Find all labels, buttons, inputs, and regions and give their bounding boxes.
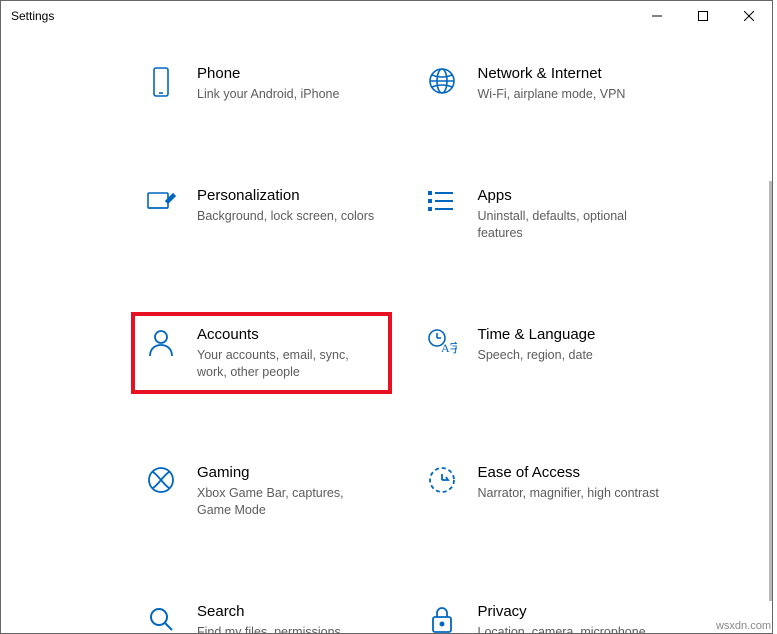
tile-title: Network & Internet xyxy=(478,65,661,82)
tile-desc: Narrator, magnifier, high contrast xyxy=(478,485,661,502)
tile-apps[interactable]: Apps Uninstall, defaults, optional featu… xyxy=(412,173,673,256)
tile-desc: Xbox Game Bar, captures, Game Mode xyxy=(197,485,380,519)
tile-network[interactable]: Network & Internet Wi-Fi, airplane mode,… xyxy=(412,51,673,117)
globe-icon xyxy=(424,65,460,95)
scrollbar[interactable] xyxy=(769,181,772,601)
settings-grid: Phone Link your Android, iPhone Net xyxy=(131,51,672,633)
tile-desc: Speech, region, date xyxy=(478,347,661,364)
time-language-icon: A字 xyxy=(424,326,460,356)
tile-title: Gaming xyxy=(197,464,380,481)
tile-time-language[interactable]: A字 Time & Language Speech, region, date xyxy=(412,312,673,395)
close-button[interactable] xyxy=(726,1,772,31)
tile-title: Phone xyxy=(197,65,380,82)
tile-desc: Location, camera, microphone xyxy=(478,624,661,633)
tile-ease-of-access[interactable]: Ease of Access Narrator, magnifier, high… xyxy=(412,450,673,533)
tile-desc: Your accounts, email, sync, work, other … xyxy=(197,347,380,381)
ease-of-access-icon xyxy=(424,464,460,494)
tile-title: Ease of Access xyxy=(478,464,661,481)
watermark: wsxdn.com xyxy=(716,620,771,632)
tile-title: Privacy xyxy=(478,603,661,620)
xbox-icon xyxy=(143,464,179,494)
tile-title: Personalization xyxy=(197,187,380,204)
phone-icon xyxy=(143,65,179,99)
window-title: Settings xyxy=(11,9,54,23)
tile-desc: Background, lock screen, colors xyxy=(197,208,380,225)
svg-text:A字: A字 xyxy=(441,340,457,355)
tile-title: Accounts xyxy=(197,326,380,343)
settings-window: Settings xyxy=(0,0,773,634)
minimize-button[interactable] xyxy=(634,1,680,31)
apps-list-icon xyxy=(424,187,460,215)
window-controls xyxy=(634,1,772,31)
tile-desc: Wi-Fi, airplane mode, VPN xyxy=(478,86,661,103)
tile-phone[interactable]: Phone Link your Android, iPhone xyxy=(131,51,392,117)
tile-search[interactable]: Search Find my files, permissions xyxy=(131,589,392,633)
titlebar: Settings xyxy=(1,1,772,31)
paintbrush-icon xyxy=(143,187,179,217)
tile-title: Apps xyxy=(478,187,661,204)
tile-desc: Find my files, permissions xyxy=(197,624,380,633)
maximize-button[interactable] xyxy=(680,1,726,31)
content-area: Phone Link your Android, iPhone Net xyxy=(1,31,772,633)
tile-title: Time & Language xyxy=(478,326,661,343)
search-icon xyxy=(143,603,179,633)
tile-privacy[interactable]: Privacy Location, camera, microphone xyxy=(412,589,673,633)
tile-gaming[interactable]: Gaming Xbox Game Bar, captures, Game Mod… xyxy=(131,450,392,533)
tile-desc: Link your Android, iPhone xyxy=(197,86,380,103)
person-icon xyxy=(143,326,179,358)
tile-title: Search xyxy=(197,603,380,620)
tile-personalization[interactable]: Personalization Background, lock screen,… xyxy=(131,173,392,256)
lock-icon xyxy=(424,603,460,633)
tile-desc: Uninstall, defaults, optional features xyxy=(478,208,661,242)
tile-accounts[interactable]: Accounts Your accounts, email, sync, wor… xyxy=(131,312,392,395)
